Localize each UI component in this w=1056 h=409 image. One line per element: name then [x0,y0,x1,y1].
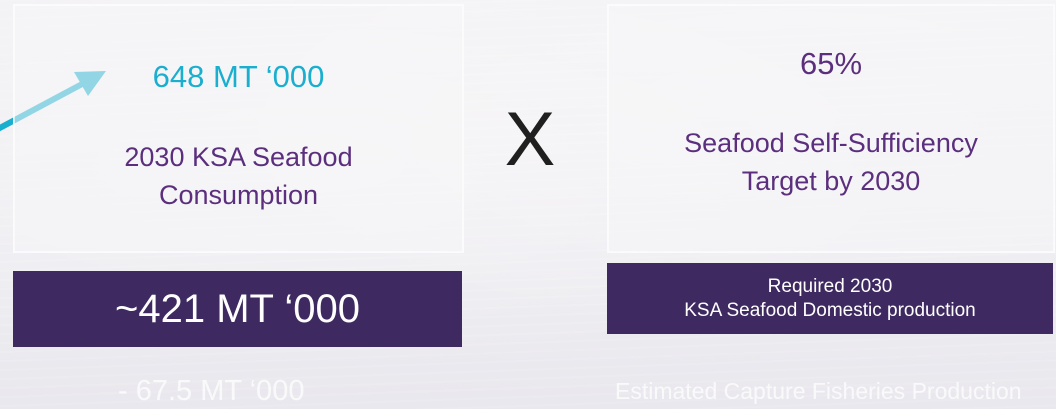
consumption-card: 648 MT ‘000 2030 KSA Seafood Consumption [13,4,464,253]
multiply-sign: X [504,97,556,182]
self-sufficiency-value: 65% [799,46,863,81]
self-sufficiency-line-2: Target by 2030 [741,166,921,196]
self-sufficiency-card: 65% Seafood Self-Sufficiency Target by 2… [607,4,1055,253]
capture-deduction-value: - 67.5 MT ‘000 [118,375,305,407]
consumption-value: 648 MT ‘000 [152,59,325,94]
consumption-line-2: Consumption [158,180,319,210]
consumption-description: 2030 KSA Seafood Consumption [14,138,463,214]
self-sufficiency-line-1: Seafood Self-Sufficiency [684,128,978,158]
self-sufficiency-description: Seafood Self-Sufficiency Target by 2030 [608,124,1054,200]
consumption-line-1: 2030 KSA Seafood [124,142,353,172]
required-production-line-1: Required 2030 [767,275,893,297]
capture-production-label: Estimated Capture Fisheries Production [615,378,1022,404]
slide: { "left_card": { "value": "648 MT ‘000",… [0,0,1056,409]
result-banner: ~421 MT ‘000 [13,271,462,347]
required-production-banner: Required 2030 KSA Seafood Domestic produ… [607,263,1053,334]
required-production-line-2: KSA Seafood Domestic production [684,299,976,321]
